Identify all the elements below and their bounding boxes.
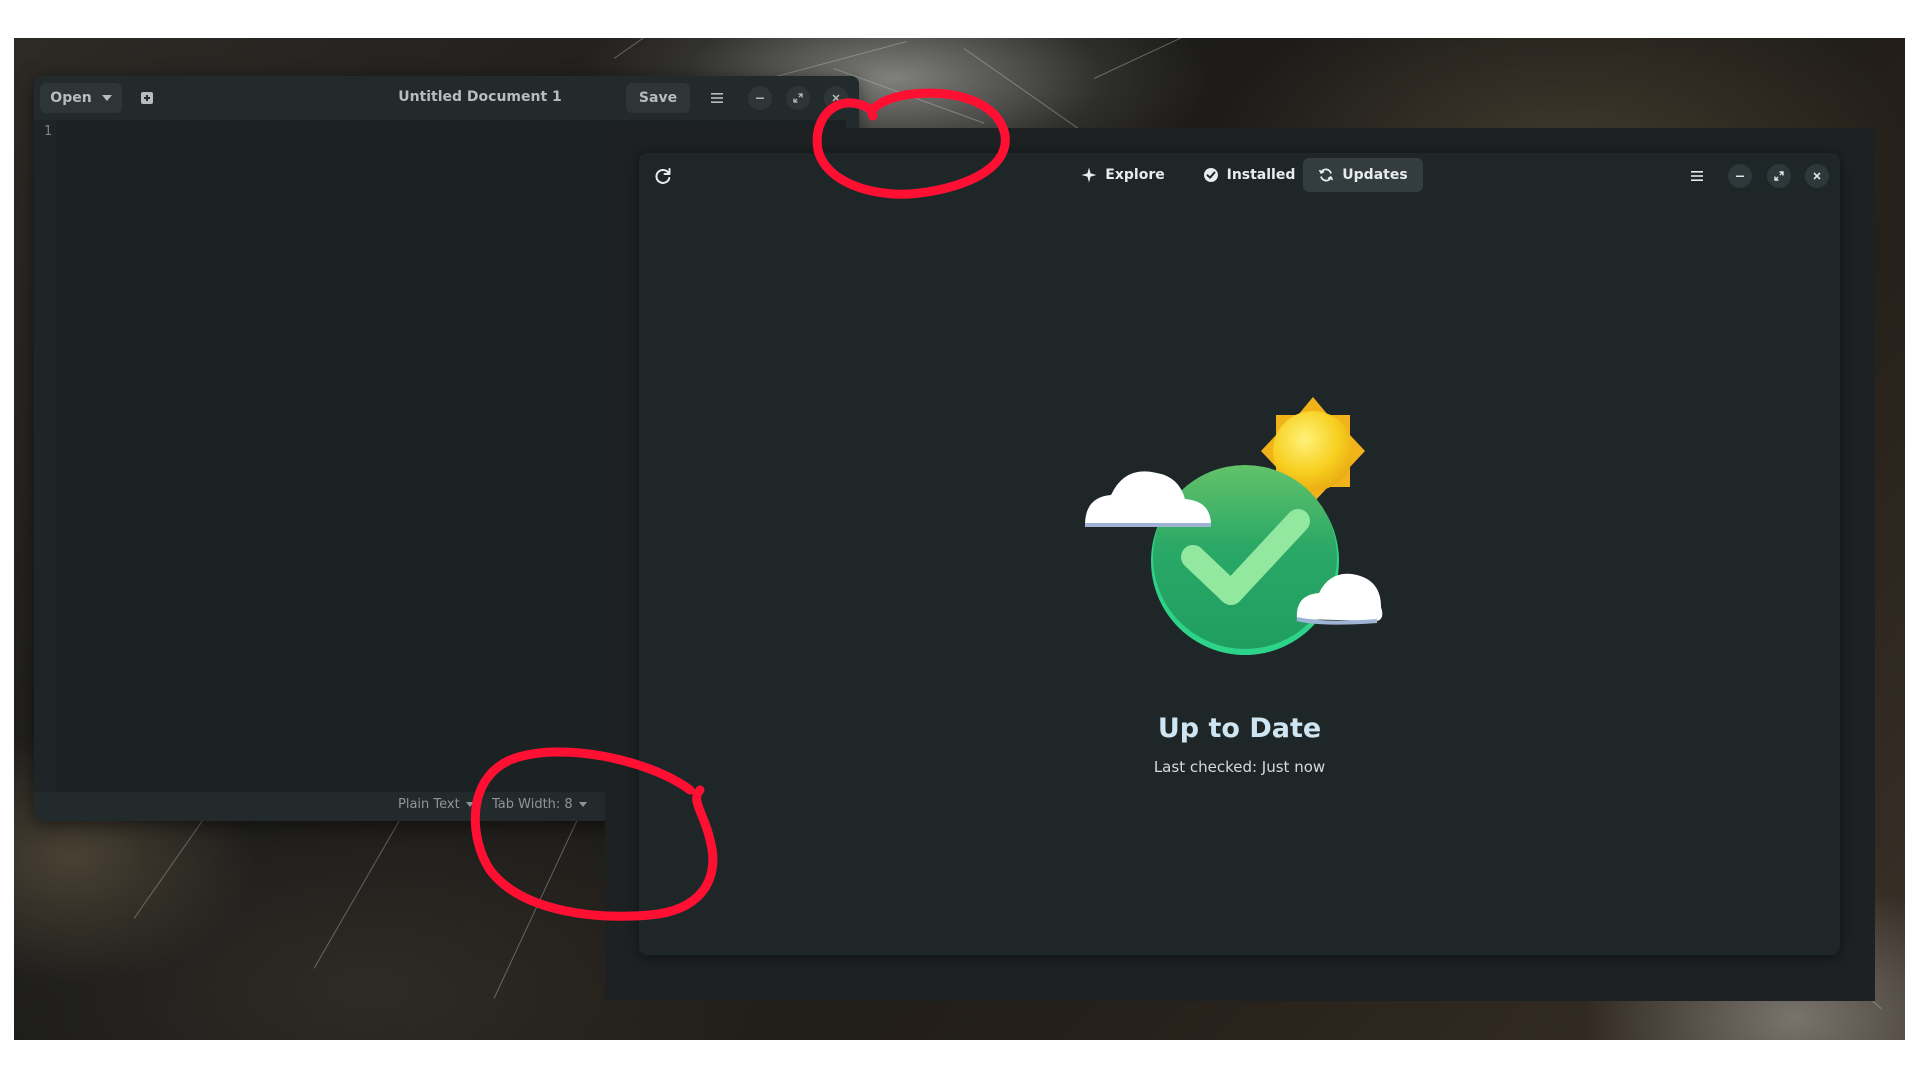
last-checked-text: Last checked: Just now	[1153, 758, 1326, 776]
hamburger-menu-icon	[1691, 171, 1703, 181]
save-button[interactable]: Save	[626, 83, 690, 113]
refresh-icon	[655, 168, 671, 184]
updater-headerbar: Explore Installed Updates	[639, 153, 1840, 199]
tab-explore[interactable]: Explore	[1059, 158, 1187, 192]
check-circle-icon	[1203, 168, 1218, 182]
close-button[interactable]	[1805, 164, 1829, 188]
tab-width-selector[interactable]: Tab Width: 8	[492, 797, 587, 812]
tab-updates-label: Updates	[1342, 167, 1408, 183]
sparkle-icon	[1081, 167, 1097, 183]
chevron-down-icon	[101, 95, 112, 101]
close-icon	[832, 94, 840, 102]
maximize-button[interactable]	[786, 86, 810, 110]
sync-icon	[1319, 168, 1334, 182]
editor-menu-button[interactable]	[700, 83, 734, 113]
language-selector[interactable]: Plain Text	[398, 797, 474, 812]
minimize-icon	[1736, 175, 1744, 177]
status-title: Up to Date	[1157, 713, 1322, 744]
close-icon	[1813, 172, 1821, 180]
software-center-window[interactable]: Explore Installed Updates Up to Date Las…	[639, 153, 1840, 955]
open-label: Open	[50, 90, 92, 106]
minimize-button[interactable]	[1728, 164, 1752, 188]
maximize-icon	[1774, 171, 1784, 181]
tab-installed[interactable]: Installed	[1187, 158, 1311, 192]
open-button[interactable]: Open	[40, 83, 122, 113]
chevron-down-icon	[465, 802, 474, 807]
maximize-icon	[793, 93, 803, 103]
tab-updates[interactable]: Updates	[1303, 158, 1423, 192]
tab-installed-label: Installed	[1226, 167, 1296, 183]
tab-width-label: Tab Width: 8	[492, 797, 573, 812]
editor-headerbar: Open Untitled Document 1 Save	[34, 76, 859, 120]
language-label: Plain Text	[398, 797, 460, 812]
line-number: 1	[44, 124, 52, 139]
tab-explore-label: Explore	[1105, 167, 1165, 183]
refresh-button[interactable]	[651, 164, 675, 188]
hamburger-menu-icon	[711, 93, 723, 103]
minimize-icon	[756, 97, 764, 99]
chevron-down-icon	[578, 802, 587, 807]
maximize-button[interactable]	[1767, 164, 1791, 188]
document-title: Untitled Document 1	[398, 89, 562, 105]
line-number-gutter: 1	[34, 120, 56, 792]
close-button[interactable]	[824, 86, 848, 110]
new-document-icon	[141, 92, 153, 104]
minimize-button[interactable]	[748, 86, 772, 110]
new-document-button[interactable]	[130, 83, 164, 113]
up-to-date-illustration	[1085, 397, 1383, 655]
main-menu-button[interactable]	[1686, 165, 1708, 187]
